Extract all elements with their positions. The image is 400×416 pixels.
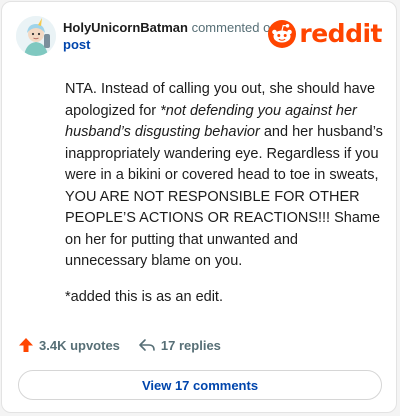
comment-card: HolyUnicornBatman commented on post redd… — [1, 1, 397, 413]
comment-meta: HolyUnicornBatman commented on post — [63, 19, 283, 53]
commented-on-text: commented on — [187, 20, 278, 35]
post-link[interactable]: post — [63, 36, 283, 53]
comment-paragraph-2: *added this is as an edit. — [65, 288, 223, 305]
upvote-count: 3.4K upvotes — [39, 337, 120, 353]
username[interactable]: HolyUnicornBatman — [63, 20, 188, 35]
view-comments-button[interactable]: View 17 comments — [18, 370, 382, 400]
avatar[interactable] — [16, 16, 56, 56]
comment-text-1b: and her husband’s inappropriately wander… — [65, 124, 383, 269]
replies-button[interactable]: 17 replies — [138, 337, 221, 353]
comment-body: NTA. Instead of calling you out, she sho… — [65, 79, 383, 322]
reply-arrow-icon — [139, 339, 155, 351]
reddit-snoo-icon — [268, 20, 297, 48]
upvote-button[interactable]: 3.4K upvotes — [18, 337, 120, 353]
upvote-arrow-icon — [19, 338, 33, 352]
comment-paragraph-1: NTA. Instead of calling you out, she sho… — [65, 79, 383, 273]
reply-count: 17 replies — [160, 337, 221, 353]
comment-header: HolyUnicornBatman commented on post redd… — [16, 12, 382, 56]
reddit-wordmark: reddit — [299, 19, 382, 48]
reddit-logo[interactable]: reddit — [268, 20, 382, 48]
avatar-image — [16, 16, 56, 56]
comment-footer: 3.4K upvotes 17 replies — [18, 334, 239, 356]
